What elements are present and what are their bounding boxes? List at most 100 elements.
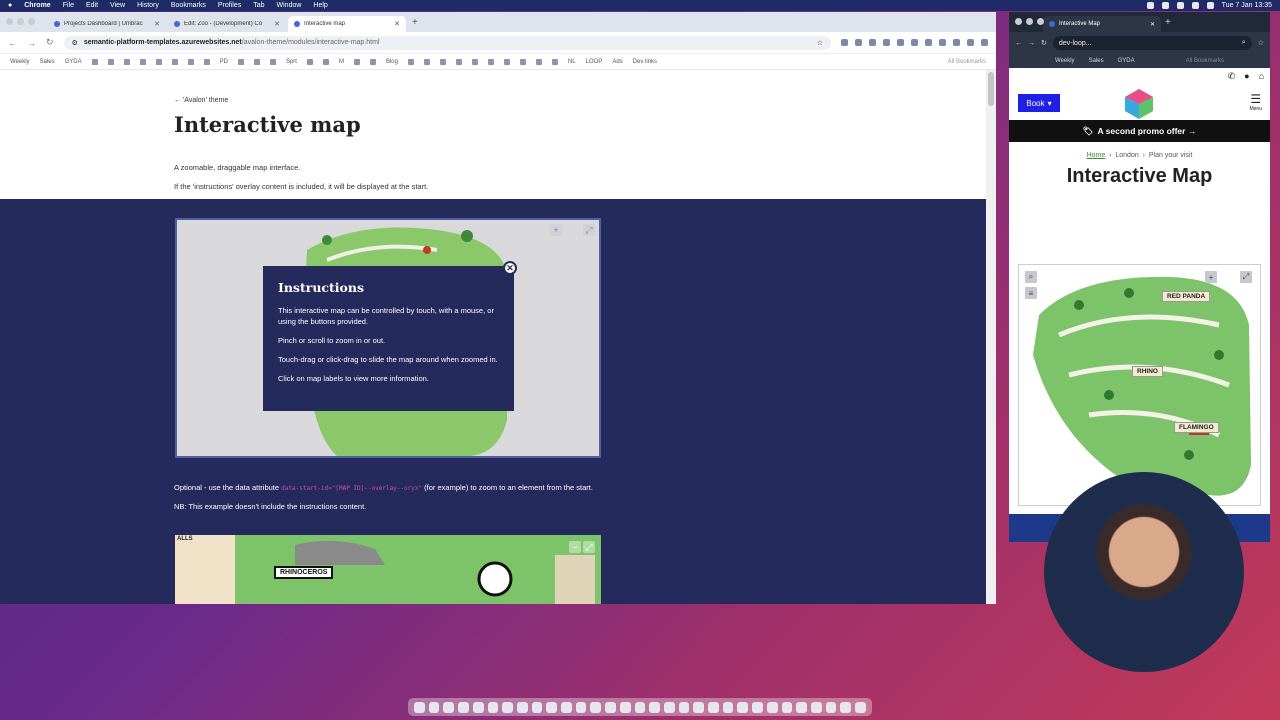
promo-banner[interactable]: 🏷 A second promo offer → xyxy=(1009,120,1270,142)
app-icon[interactable] xyxy=(840,701,852,713)
forward-icon[interactable]: → xyxy=(1028,40,1035,47)
app-icon[interactable] xyxy=(781,701,793,713)
bookmark-icon[interactable] xyxy=(439,58,446,65)
menu-history[interactable]: History xyxy=(137,2,159,9)
bookmark-icon[interactable] xyxy=(269,58,276,65)
map-label-rhino[interactable]: RHINO xyxy=(1132,366,1163,377)
maximize-window-icon[interactable] xyxy=(1037,18,1044,25)
close-tab-icon[interactable]: ✕ xyxy=(394,20,400,28)
new-tab-icon[interactable]: + xyxy=(1165,17,1171,28)
bookmark-gyda[interactable]: GYDA xyxy=(65,59,82,65)
map-label-red-panda[interactable]: RED PANDA xyxy=(1162,291,1211,302)
app-icon[interactable] xyxy=(663,701,675,713)
bookmark-pd[interactable]: PD xyxy=(220,59,228,65)
reload-icon[interactable]: ↻ xyxy=(46,37,54,48)
map-label-rhinoceros[interactable]: RHINOCEROS xyxy=(274,566,334,579)
back-icon[interactable]: ← xyxy=(8,38,17,48)
app-icon[interactable] xyxy=(649,701,660,713)
app-icon[interactable] xyxy=(458,701,469,713)
clock[interactable]: Tue 7 Jan 13:35 xyxy=(1222,2,1272,9)
app-icon[interactable] xyxy=(428,701,440,713)
app-icon[interactable] xyxy=(546,701,558,713)
bookmark-sprt[interactable]: Sprt xyxy=(286,59,297,65)
bookmark-icon[interactable] xyxy=(423,58,430,65)
app-icon[interactable] xyxy=(605,701,616,713)
app-icon[interactable] xyxy=(693,701,705,713)
bookmark-icon[interactable] xyxy=(503,58,510,65)
tab-edit-zoo[interactable]: Edit: Zoo - (Development) Co ✕ xyxy=(168,16,286,32)
apple-icon[interactable]: ● xyxy=(8,2,12,9)
menu-tab[interactable]: Tab xyxy=(253,2,264,9)
fullscreen-icon[interactable]: ⤢ xyxy=(583,224,595,236)
interactive-map-preview[interactable]: ⌕ ≡ + ⤢ RED PANDA RHINO FLAMINGO xyxy=(1018,264,1261,506)
close-window-icon[interactable] xyxy=(6,18,13,25)
app-icon[interactable] xyxy=(443,701,455,713)
book-button[interactable]: Book ▾ xyxy=(1018,94,1060,112)
forward-icon[interactable]: → xyxy=(27,38,36,48)
bookmark-icon[interactable] xyxy=(155,58,162,65)
bookmark-ads[interactable]: Ads xyxy=(612,59,622,65)
bookmark-blog[interactable]: Blog xyxy=(386,59,398,65)
zoom-in-icon[interactable]: + xyxy=(1205,271,1217,283)
bookmark-icon[interactable] xyxy=(171,58,178,65)
minimize-window-icon[interactable] xyxy=(1026,18,1033,25)
bookmark-nl[interactable]: NL xyxy=(568,59,576,65)
app-icon[interactable] xyxy=(796,701,807,713)
app-icon[interactable] xyxy=(590,701,602,713)
bookmark-icon[interactable] xyxy=(187,58,194,65)
bookmark-icon[interactable] xyxy=(91,58,98,65)
extension-icon[interactable] xyxy=(883,39,890,46)
trash-icon[interactable] xyxy=(855,701,866,713)
bookmark-gyda[interactable]: GYDA xyxy=(1118,58,1135,64)
app-icon[interactable] xyxy=(472,701,484,713)
extension-icon[interactable] xyxy=(897,39,904,46)
account-icon[interactable]: ● xyxy=(1244,71,1249,81)
bookmark-dev-links[interactable]: Dev links xyxy=(633,59,657,65)
wifi-icon[interactable] xyxy=(1191,2,1199,9)
site-info-icon[interactable]: ⚙ xyxy=(72,39,78,47)
bookmark-icon[interactable] xyxy=(535,58,542,65)
download-icon[interactable] xyxy=(953,39,960,46)
app-icon[interactable] xyxy=(487,701,499,713)
bookmark-icon[interactable] xyxy=(322,58,329,65)
close-window-icon[interactable] xyxy=(1015,18,1022,25)
bookmark-star-icon[interactable]: ☆ xyxy=(817,39,823,47)
app-icon[interactable] xyxy=(708,701,719,713)
zoom-out-icon[interactable]: − xyxy=(569,541,581,553)
new-tab-icon[interactable]: + xyxy=(412,17,418,28)
close-instructions-button[interactable]: ✕ xyxy=(503,261,517,275)
maximize-window-icon[interactable] xyxy=(28,18,35,25)
back-icon[interactable]: ← xyxy=(1015,40,1022,47)
reload-icon[interactable]: ↻ xyxy=(1041,39,1047,47)
bookmark-weekly[interactable]: Weekly xyxy=(1055,58,1075,64)
bookmark-star-icon[interactable]: ☆ xyxy=(1258,39,1264,47)
app-icon[interactable] xyxy=(619,701,631,713)
url-field[interactable]: ⚙ semantic-platform-templates.azurewebsi… xyxy=(63,35,831,50)
app-icon[interactable] xyxy=(678,701,690,713)
bookmark-icon[interactable] xyxy=(139,58,146,65)
app-icon[interactable] xyxy=(575,701,587,713)
bookmark-weekly[interactable]: Weekly xyxy=(10,59,30,65)
url-field[interactable]: dev-loop... ⌕ xyxy=(1052,36,1252,50)
profile-icon[interactable] xyxy=(967,39,974,46)
bookmark-icon[interactable] xyxy=(369,58,376,65)
battery-icon[interactable] xyxy=(1206,2,1214,9)
app-icon[interactable] xyxy=(810,701,822,713)
app-icon[interactable] xyxy=(722,701,734,713)
status-icon[interactable] xyxy=(1146,2,1154,9)
status-icon[interactable] xyxy=(1161,2,1169,9)
finder-icon[interactable] xyxy=(414,701,425,713)
bookmark-icon[interactable] xyxy=(237,58,244,65)
site-logo[interactable] xyxy=(1122,87,1156,121)
back-link[interactable]: ← 'Avalon' theme xyxy=(174,97,228,104)
layers-icon[interactable]: ≡ xyxy=(1025,287,1037,299)
menu-view[interactable]: View xyxy=(110,2,125,9)
bookmark-icon[interactable] xyxy=(253,58,260,65)
interactive-map-2[interactable]: ALLS RHINOCEROS − ⤢ xyxy=(175,535,601,604)
all-bookmarks[interactable]: All Bookmarks xyxy=(948,59,986,65)
search-icon[interactable]: ⌕ xyxy=(1242,39,1246,47)
menu-file[interactable]: File xyxy=(63,2,74,9)
app-icon[interactable] xyxy=(766,701,778,713)
close-tab-icon[interactable]: ✕ xyxy=(274,20,280,28)
bookmark-icon[interactable] xyxy=(123,58,130,65)
